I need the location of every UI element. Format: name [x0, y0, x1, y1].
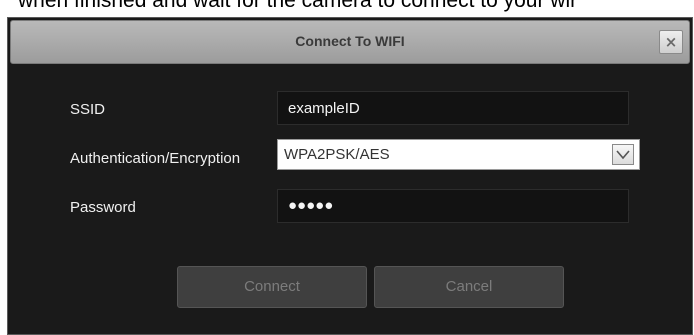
- close-button[interactable]: ×: [659, 30, 683, 54]
- ssid-label: SSID: [70, 101, 106, 118]
- auth-encryption-select[interactable]: WPA2PSK/AES: [277, 139, 640, 170]
- auth-encryption-label: Authentication/Encryption: [70, 150, 241, 167]
- background-instruction-text: when finished and wait for the camera to…: [18, 0, 578, 12]
- connect-wifi-dialog: Connect To WIFI × SSID Authentication/En…: [7, 17, 693, 335]
- password-input[interactable]: ●●●●●: [277, 189, 629, 223]
- dialog-title: Connect To WIFI: [295, 33, 405, 49]
- page: when finished and wait for the camera to…: [0, 0, 694, 335]
- cancel-button[interactable]: Cancel: [374, 266, 564, 308]
- dropdown-button[interactable]: [612, 144, 634, 165]
- dialog-titlebar: Connect To WIFI ×: [10, 20, 690, 64]
- ssid-input[interactable]: [277, 91, 629, 125]
- connect-button[interactable]: Connect: [177, 266, 367, 308]
- chevron-down-icon: [616, 150, 630, 160]
- auth-encryption-value: WPA2PSK/AES: [284, 146, 390, 163]
- close-icon: ×: [664, 33, 678, 51]
- password-label: Password: [70, 199, 136, 216]
